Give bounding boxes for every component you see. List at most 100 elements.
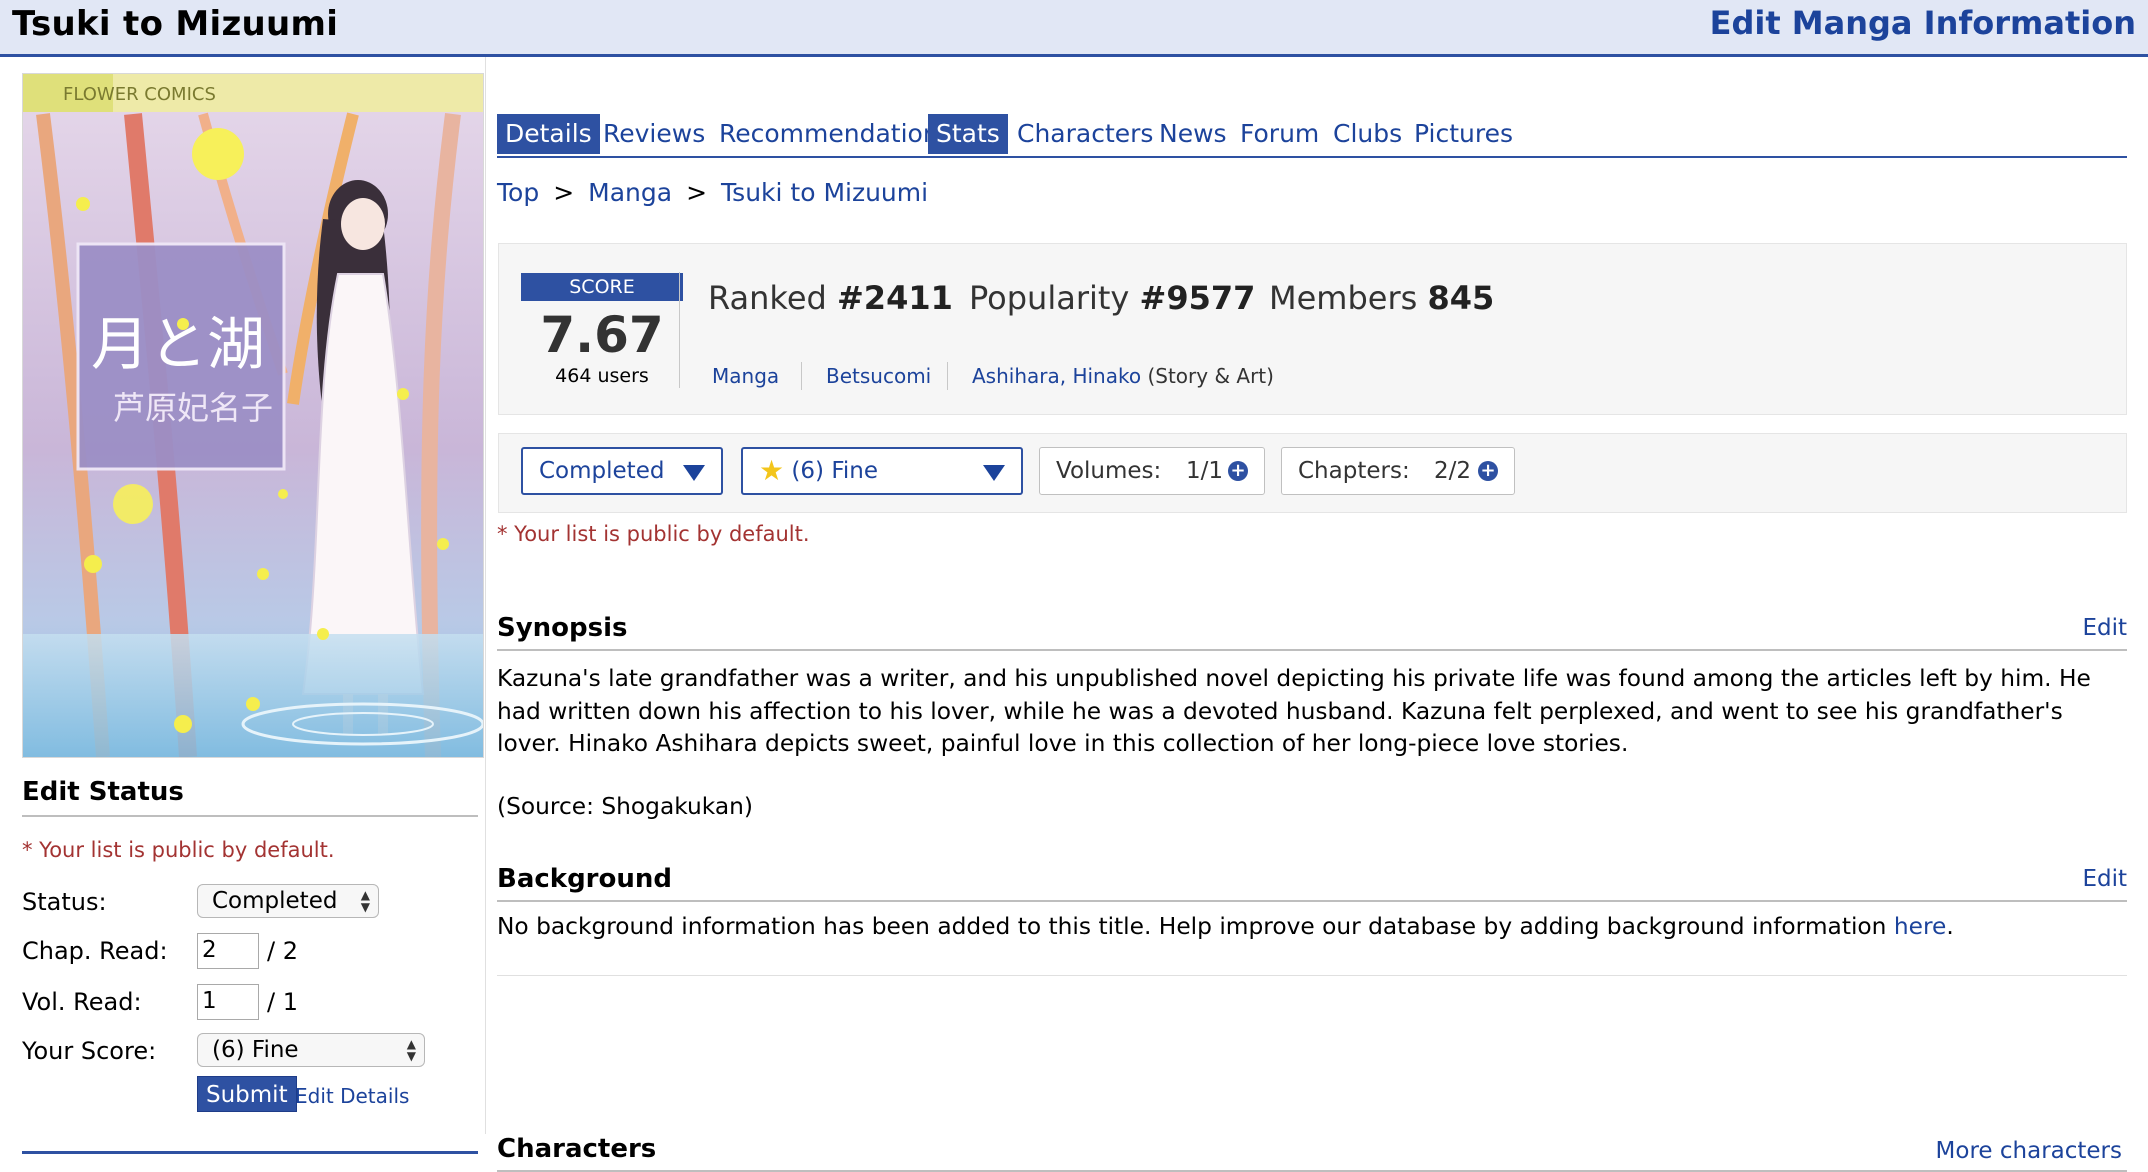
tab-stats[interactable]: Stats	[928, 114, 1008, 154]
divider	[497, 975, 2127, 976]
type-link[interactable]: Manga	[712, 364, 779, 388]
list-controls-panel: Completed ★ (6) Fine Volumes: 1/1 + Chap…	[498, 433, 2127, 513]
tab-reviews[interactable]: Reviews	[595, 114, 713, 154]
synopsis-edit-link[interactable]: Edit	[2082, 615, 2127, 641]
manga-cover-image[interactable]: FLOWER COMICS 月と湖 芦原妃名子	[22, 73, 484, 758]
ranked-label: Ranked	[708, 279, 827, 317]
cover-title-jp: 月と湖	[91, 310, 265, 378]
background-text: No background information has been added…	[497, 913, 1954, 940]
tab-clubs[interactable]: Clubs	[1325, 114, 1410, 154]
breadcrumb-separator: >	[686, 178, 708, 207]
background-heading: Background	[497, 864, 672, 894]
section-tabs: Details Reviews Recommendations Stats Ch…	[497, 114, 2127, 158]
serialization-link[interactable]: Betsucomi	[826, 364, 931, 388]
chapters-total: / 2	[267, 937, 298, 965]
stats-panel: SCORE 7.67 464 users Ranked #2411 Popula…	[498, 243, 2127, 415]
divider	[679, 272, 680, 388]
tab-details[interactable]: Details	[497, 114, 600, 154]
chapters-control: Chapters: 2/2 +	[1281, 447, 1515, 495]
background-end: .	[1946, 913, 1954, 940]
volumes-total: / 1	[267, 988, 298, 1016]
score-dropdown-value: (6) Fine	[791, 458, 878, 484]
page-header: Tsuki to Mizuumi Edit Manga Information	[0, 0, 2148, 57]
author-role: (Story & Art)	[1147, 364, 1274, 388]
left-sidebar: FLOWER COMICS 月と湖 芦原妃名子 Edit Status * Yo…	[0, 57, 486, 1134]
breadcrumb-manga[interactable]: Manga	[588, 178, 672, 207]
submit-button[interactable]: Submit	[197, 1076, 297, 1112]
cover-art: FLOWER COMICS 月と湖 芦原妃名子	[23, 74, 483, 757]
status-select-value: Completed	[212, 888, 338, 914]
increment-volumes-icon[interactable]: +	[1228, 461, 1248, 481]
select-arrows-icon: ▲ ▼	[406, 1037, 416, 1063]
volumes-value[interactable]: 1/1	[1186, 448, 1223, 494]
breadcrumb-title[interactable]: Tsuki to Mizuumi	[721, 178, 928, 207]
dropdown-arrow-icon	[683, 465, 705, 481]
score-value: 7.67	[540, 306, 664, 364]
synopsis-heading: Synopsis	[497, 613, 628, 643]
volumes-control: Volumes: 1/1 +	[1039, 447, 1265, 495]
status-row: Status: Completed ▲ ▼	[22, 884, 482, 922]
chapters-value[interactable]: 2/2	[1434, 448, 1471, 494]
volumes-read-label: Vol. Read:	[22, 988, 142, 1016]
characters-section-title: Characters	[497, 1134, 2127, 1172]
select-arrows-icon: ▲ ▼	[360, 888, 370, 914]
public-list-note: * Your list is public by default.	[22, 838, 335, 862]
your-score-value: (6) Fine	[212, 1037, 299, 1063]
characters-heading: Characters	[497, 1134, 657, 1164]
tab-pictures[interactable]: Pictures	[1406, 114, 1521, 154]
edit-manga-information-link[interactable]: Edit Manga Information	[1710, 4, 2136, 42]
edit-details-link[interactable]: Edit Details	[295, 1084, 409, 1108]
ranked-value: #2411	[836, 279, 953, 317]
members-stat: Members 845	[1269, 279, 1494, 317]
divider	[22, 1151, 478, 1154]
chapters-read-input[interactable]: 2	[197, 933, 259, 969]
chapters-label: Chapters:	[1298, 458, 1410, 484]
volumes-read-input[interactable]: 1	[197, 984, 259, 1020]
chapters-read-label: Chap. Read:	[22, 937, 168, 965]
status-dropdown[interactable]: Completed	[521, 447, 723, 495]
your-score-label: Your Score:	[22, 1037, 157, 1065]
tab-news[interactable]: News	[1151, 114, 1235, 154]
popularity-stat: Popularity #9577	[969, 279, 1255, 317]
dropdown-arrow-icon	[983, 465, 1005, 481]
synopsis-section-title: Synopsis Edit	[497, 613, 2127, 651]
tab-forum[interactable]: Forum	[1232, 114, 1327, 154]
synopsis-text: Kazuna's late grandfather was a writer, …	[497, 665, 2091, 757]
popularity-value: #9577	[1139, 279, 1256, 317]
cover-publisher-label: FLOWER COMICS	[63, 84, 216, 105]
breadcrumb-top[interactable]: Top	[497, 178, 539, 207]
breadcrumb-separator: >	[553, 178, 575, 207]
your-score-row: Your Score: (6) Fine ▲ ▼	[22, 1033, 482, 1071]
star-icon: ★	[759, 454, 785, 487]
ranked-stat: Ranked #2411	[708, 279, 953, 317]
tab-recommendations[interactable]: Recommendations	[711, 114, 960, 154]
tab-characters[interactable]: Characters	[1009, 114, 1161, 154]
public-list-note: * Your list is public by default.	[497, 522, 810, 546]
background-description: No background information has been added…	[497, 913, 1894, 940]
edit-status-heading: Edit Status	[22, 777, 478, 817]
members-label: Members	[1269, 279, 1418, 317]
score-users: 464 users	[555, 365, 649, 387]
divider	[947, 362, 948, 390]
status-select[interactable]: Completed ▲ ▼	[197, 884, 379, 918]
score-dropdown[interactable]: ★ (6) Fine	[741, 447, 1023, 495]
synopsis-source: (Source: Shogakukan)	[497, 793, 753, 820]
background-edit-link[interactable]: Edit	[2082, 866, 2127, 892]
your-score-select[interactable]: (6) Fine ▲ ▼	[197, 1033, 425, 1067]
status-dropdown-value: Completed	[539, 458, 665, 484]
divider	[801, 362, 802, 390]
cover-author-jp: 芦原妃名子	[113, 389, 273, 427]
background-here-link[interactable]: here	[1894, 913, 1947, 940]
page-title: Tsuki to Mizuumi	[12, 4, 339, 44]
more-characters-link[interactable]: More characters	[1936, 1138, 2122, 1164]
volumes-label: Volumes:	[1056, 458, 1162, 484]
volumes-read-row: Vol. Read: 1 / 1	[22, 984, 482, 1022]
status-label: Status:	[22, 888, 107, 916]
chapters-read-row: Chap. Read: 2 / 2	[22, 933, 482, 971]
popularity-label: Popularity	[969, 279, 1130, 317]
author-link[interactable]: Ashihara, Hinako	[972, 364, 1141, 388]
increment-chapters-icon[interactable]: +	[1478, 461, 1498, 481]
breadcrumb: Top > Manga > Tsuki to Mizuumi	[497, 178, 928, 207]
background-section-title: Background Edit	[497, 864, 2127, 902]
score-label: SCORE	[521, 273, 683, 301]
